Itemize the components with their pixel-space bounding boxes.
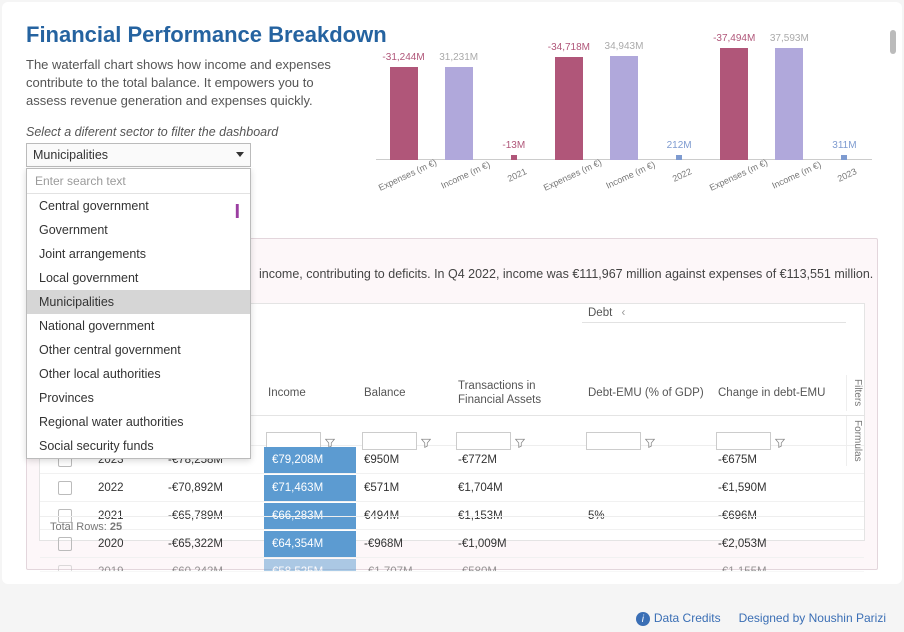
table-cell: 2022 (92, 482, 162, 494)
table-cell (40, 565, 92, 572)
scrollbar[interactable] (890, 30, 896, 54)
dropdown-option[interactable]: Central government (27, 194, 250, 218)
table-footer: Total Rows: 25 (40, 516, 864, 540)
table-row[interactable]: 2019-€60,242M€58,525M-€1,707M-€580M -€1,1… (40, 558, 864, 572)
table-cell: -€1,155M (712, 566, 846, 572)
dropdown-option[interactable]: Other local authorities (27, 362, 250, 386)
column-filter-input[interactable] (716, 432, 771, 450)
axis-label: Expenses (m €) (377, 157, 438, 193)
axis-label: Income (m €) (770, 159, 822, 190)
dropdown-option[interactable]: Regional water authorities (27, 410, 250, 434)
column-header[interactable]: Debt-EMU (% of GDP) (582, 386, 712, 400)
table-cell: €950M (358, 454, 452, 466)
column-header[interactable]: Transactions in Financial Assets (452, 379, 582, 408)
funnel-icon[interactable] (515, 436, 525, 446)
column-header[interactable]: Change in debt-EMU (712, 386, 846, 400)
funnel-icon[interactable] (325, 436, 335, 446)
funnel-icon[interactable] (421, 436, 431, 446)
table-cell: €58,525M (264, 559, 356, 572)
table-cell: -€65,322M (162, 538, 262, 550)
column-filter-input[interactable] (586, 432, 641, 450)
page-footer: iData Credits Designed by Noushin Parizi (636, 611, 886, 627)
column-header[interactable]: Income (262, 386, 358, 400)
table-cell: €571M (358, 482, 452, 494)
dropdown-search-input[interactable] (27, 169, 250, 194)
table-cell: -€70,892M (162, 482, 262, 494)
funnel-icon[interactable] (775, 436, 785, 446)
table-cell: -€2,053M (712, 538, 846, 550)
sector-dropdown[interactable]: Municipalities (26, 143, 251, 167)
chart-net-bar[interactable]: 311M (841, 155, 847, 160)
side-tab-filters[interactable]: Filters (846, 375, 868, 410)
chart-bar[interactable]: 37,593M (775, 48, 803, 160)
table-cell: -€580M (452, 566, 582, 572)
axis-label: 2023 (836, 166, 858, 184)
row-checkbox[interactable] (58, 481, 72, 495)
column-filter-input[interactable] (456, 432, 511, 450)
chart-bar[interactable]: -31,244M (390, 67, 418, 160)
dropdown-option[interactable]: Other central government (27, 338, 250, 362)
column-filter-input[interactable] (362, 432, 417, 450)
table-cell: €1,704M (452, 482, 582, 494)
axis-label: 2021 (505, 166, 527, 184)
chart-net-bar[interactable]: 212M (676, 155, 682, 160)
table-cell: 2019 (92, 566, 162, 572)
table-cell: -€60,242M (162, 566, 262, 572)
dropdown-panel: I Central governmentGovernmentJoint arra… (26, 168, 251, 459)
table-cell: €79,208M (264, 447, 356, 473)
text-cursor-icon: I (234, 201, 240, 224)
chevron-left-icon: ‹ (622, 307, 626, 319)
chart-net-bar[interactable]: -13M (511, 155, 517, 160)
table-cell: -€1,590M (712, 482, 846, 494)
row-checkbox[interactable] (58, 565, 72, 572)
table-row[interactable]: 2022-€70,892M€71,463M€571M€1,704M -€1,590… (40, 474, 864, 502)
dropdown-option[interactable]: Municipalities (27, 290, 250, 314)
column-header[interactable]: Balance (358, 386, 452, 400)
table-cell: -€1,009M (452, 538, 582, 550)
context-text: income, contributing to deficits. In Q4 … (259, 267, 873, 281)
axis-label: Expenses (m €) (707, 157, 768, 193)
dropdown-option[interactable]: National government (27, 314, 250, 338)
chevron-down-icon (236, 152, 244, 157)
chart-bar[interactable]: -34,718M (555, 57, 583, 160)
side-tab-formulas[interactable]: Formulas (846, 416, 868, 466)
chart-bar[interactable]: 34,943M (610, 56, 638, 160)
axis-label: 2022 (671, 166, 693, 184)
column-group-debt[interactable]: Debt ‹ (582, 304, 846, 323)
table-cell: -€1,707M (358, 566, 452, 572)
table-cell: €71,463M (264, 475, 356, 501)
data-credits-link[interactable]: iData Credits (636, 611, 721, 627)
axis-label: Income (m €) (605, 159, 657, 190)
info-icon: i (636, 612, 650, 626)
table-cell: -€772M (452, 454, 582, 466)
table-cell (40, 481, 92, 495)
table-cell: 2020 (92, 538, 162, 550)
table-cell: -€675M (712, 454, 846, 466)
dropdown-option[interactable]: Government (27, 218, 250, 242)
page-description: The waterfall chart shows how income and… (26, 56, 346, 111)
table-cell: -€968M (358, 538, 452, 550)
designer-credit: Designed by Noushin Parizi (739, 611, 886, 625)
dropdown-option[interactable]: Joint arrangements (27, 242, 250, 266)
axis-label: Expenses (m €) (542, 157, 603, 193)
chart-bar[interactable]: -37,494M (720, 48, 748, 160)
dropdown-selected-label: Municipalities (33, 148, 108, 162)
axis-label: Income (m €) (439, 159, 491, 190)
funnel-icon[interactable] (645, 436, 655, 446)
chart-bar[interactable]: 31,231M (445, 67, 473, 160)
dropdown-option[interactable]: Social security funds (27, 434, 250, 458)
waterfall-chart: -31,244M 31,231M -13M -34,718M 34,943M 212M -3… (376, 30, 872, 192)
dropdown-option[interactable]: Local government (27, 266, 250, 290)
dropdown-option[interactable]: Provinces (27, 386, 250, 410)
